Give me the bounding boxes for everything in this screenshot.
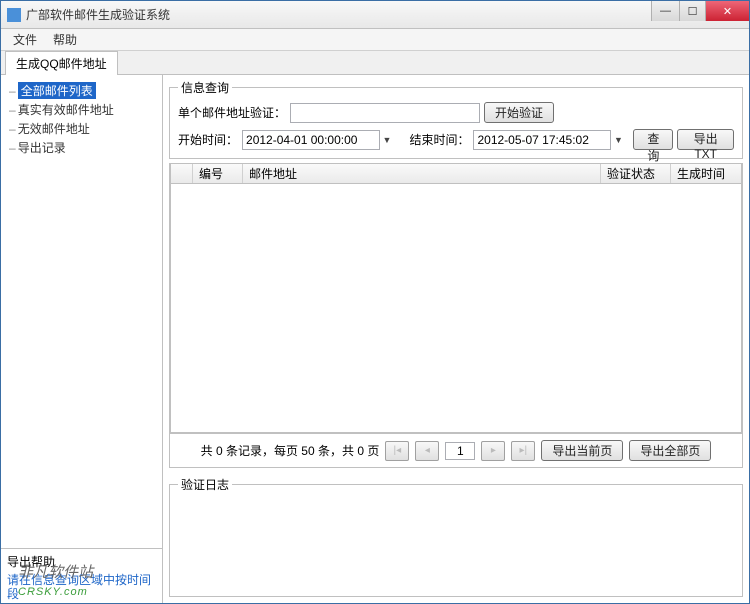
grid-col-number[interactable]: 编号 — [193, 164, 243, 183]
menu-file[interactable]: 文件 — [5, 29, 45, 50]
export-all-pages-button[interactable]: 导出全部页 — [629, 440, 711, 461]
menubar: 文件 帮助 — [1, 29, 749, 51]
maximize-button[interactable]: ☐ — [679, 1, 705, 21]
sidebar-item-all-mail[interactable]: – 全部邮件列表 — [5, 81, 158, 100]
results-grid: 编号 邮件地址 验证状态 生成时间 — [170, 163, 742, 433]
pager-row: 共 0 条记录，每页 50 条，共 0 页 |◂ ◂ ▸ ▸| 导出当前页 导出… — [170, 433, 742, 467]
pager-page-input[interactable] — [445, 442, 475, 460]
export-current-page-button[interactable]: 导出当前页 — [541, 440, 623, 461]
end-time-input[interactable] — [473, 130, 611, 150]
single-verify-row: 单个邮件地址验证： 开始验证 — [178, 102, 734, 123]
info-query-legend: 信息查询 — [178, 79, 232, 96]
grid-body — [171, 184, 741, 432]
sidebar-item-label: 全部邮件列表 — [18, 82, 96, 99]
pager-prev-button[interactable]: ◂ — [415, 441, 439, 461]
verify-log-legend: 验证日志 — [178, 476, 232, 493]
sidebar-tree: – 全部邮件列表 – 真实有效邮件地址 – 无效邮件地址 – 导出记录 — [1, 75, 162, 548]
sidebar-item-invalid-mail[interactable]: – 无效邮件地址 — [5, 119, 158, 138]
pager-next-button[interactable]: ▸ — [481, 441, 505, 461]
sidebar: – 全部邮件列表 – 真实有效邮件地址 – 无效邮件地址 – 导出记录 导出帮助 — [1, 75, 163, 603]
window-controls: — ☐ ✕ — [651, 1, 749, 21]
sidebar-item-label: 导出记录 — [18, 139, 66, 156]
window-title: 广部软件邮件生成验证系统 — [26, 6, 749, 23]
pager-last-button[interactable]: ▸| — [511, 441, 535, 461]
pager-info: 共 0 条记录，每页 50 条，共 0 页 — [201, 442, 380, 459]
sidebar-item-label: 无效邮件地址 — [18, 120, 90, 137]
end-time-label: 结束时间： — [409, 131, 469, 148]
main-panel: 信息查询 单个邮件地址验证： 开始验证 开始时间： ▼ 结束时间： — [163, 75, 749, 603]
export-help-panel: 导出帮助 请在信息查询区域中按时间段 — [1, 548, 162, 603]
start-verify-button[interactable]: 开始验证 — [484, 102, 554, 123]
export-help-text: 请在信息查询区域中按时间段 — [7, 573, 156, 601]
app-window: 广部软件邮件生成验证系统 — ☐ ✕ 文件 帮助 生成QQ邮件地址 – 全部邮件… — [0, 0, 750, 604]
export-help-header: 导出帮助 — [7, 553, 156, 570]
minimize-button[interactable]: — — [651, 1, 679, 21]
grid-col-email[interactable]: 邮件地址 — [243, 164, 601, 183]
pager-first-button[interactable]: |◂ — [385, 441, 409, 461]
grid-wrap: 编号 邮件地址 验证状态 生成时间 共 0 条记录，每页 50 条，共 0 页 … — [169, 163, 743, 468]
content-area: – 全部邮件列表 – 真实有效邮件地址 – 无效邮件地址 – 导出记录 导出帮助 — [1, 75, 749, 603]
tabbar: 生成QQ邮件地址 — [1, 51, 749, 75]
tab-generate-qq[interactable]: 生成QQ邮件地址 — [5, 51, 118, 75]
grid-col-time[interactable]: 生成时间 — [671, 164, 741, 183]
info-query-group: 信息查询 单个邮件地址验证： 开始验证 开始时间： ▼ 结束时间： — [169, 79, 743, 159]
menu-help[interactable]: 帮助 — [45, 29, 85, 50]
tree-dash-icon: – — [9, 141, 16, 155]
time-range-row: 开始时间： ▼ 结束时间： ▼ 查询 导出TXT — [178, 129, 734, 150]
sidebar-item-export-log[interactable]: – 导出记录 — [5, 138, 158, 157]
close-button[interactable]: ✕ — [705, 1, 749, 21]
start-time-label: 开始时间： — [178, 131, 238, 148]
tree-dash-icon: – — [9, 122, 16, 136]
grid-col-select[interactable] — [171, 164, 193, 183]
verify-log-group: 验证日志 — [169, 476, 743, 597]
grid-header: 编号 邮件地址 验证状态 生成时间 — [171, 164, 741, 184]
verify-log-body — [178, 499, 734, 581]
start-time-picker[interactable]: ▼ — [242, 130, 394, 150]
dropdown-icon[interactable]: ▼ — [380, 135, 394, 145]
tree-dash-icon: – — [9, 84, 16, 98]
grid-col-status[interactable]: 验证状态 — [601, 164, 671, 183]
export-txt-button[interactable]: 导出TXT — [677, 129, 734, 150]
single-verify-label: 单个邮件地址验证： — [178, 104, 286, 121]
start-time-input[interactable] — [242, 130, 380, 150]
sidebar-item-valid-mail[interactable]: – 真实有效邮件地址 — [5, 100, 158, 119]
titlebar: 广部软件邮件生成验证系统 — ☐ ✕ — [1, 1, 749, 29]
query-button[interactable]: 查询 — [633, 129, 673, 150]
sidebar-item-label: 真实有效邮件地址 — [18, 101, 114, 118]
single-email-input[interactable] — [290, 103, 480, 123]
tree-dash-icon: – — [9, 103, 16, 117]
end-time-picker[interactable]: ▼ — [473, 130, 625, 150]
app-icon — [7, 8, 21, 22]
dropdown-icon[interactable]: ▼ — [611, 135, 625, 145]
